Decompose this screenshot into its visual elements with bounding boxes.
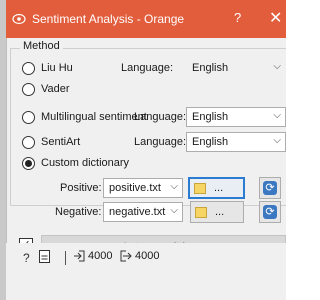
chevron-down-icon: ⌵ (273, 135, 281, 146)
folder-icon (195, 206, 207, 218)
window-title: Sentiment Analysis - Orange (32, 12, 185, 26)
report-icon[interactable] (39, 250, 50, 263)
radio-vader[interactable] (22, 82, 35, 96)
language-select-liu-hu[interactable]: English ⌵ (186, 58, 286, 78)
orange-app-icon (6, 0, 32, 38)
language-label-liu-hu: Language: (121, 62, 173, 74)
negative-file-select[interactable]: negative.txt ⌵ (103, 202, 183, 222)
radio-multilingual[interactable] (22, 110, 35, 124)
negative-label: Negative: (55, 206, 102, 218)
positive-file-value: positive.txt (109, 182, 161, 194)
chevron-down-icon: ⌵ (273, 61, 281, 72)
negative-browse-label: ... (215, 206, 225, 218)
radio-label-liu-hu: Liu Hu (41, 62, 73, 74)
positive-label: Positive: (60, 182, 102, 194)
svg-text:?: ? (23, 251, 30, 264)
chevron-down-icon: ⌵ (273, 110, 281, 121)
reload-icon: ⟳ (263, 181, 277, 195)
chevron-down-icon: ⌵ (170, 205, 178, 216)
help-title-button[interactable]: ? (234, 10, 241, 25)
method-option-multilingual[interactable]: Multilingual sentiment (22, 108, 147, 126)
language-value-sentiart: English (192, 136, 229, 148)
input-count: 4000 (88, 250, 113, 262)
positive-browse-label: ... (214, 182, 224, 194)
language-label-sentiart: Language: (134, 136, 186, 148)
method-option-custom-dictionary[interactable]: Custom dictionary (22, 154, 129, 172)
method-group-title: Method (20, 40, 63, 52)
status-separator (65, 251, 66, 265)
radio-sentiart[interactable] (22, 135, 35, 149)
help-icon[interactable]: ? (22, 251, 33, 264)
positive-file-select[interactable]: positive.txt ⌵ (103, 178, 183, 198)
output-summary[interactable]: 4000 (120, 250, 159, 262)
input-summary[interactable]: 4000 (73, 250, 112, 262)
reload-icon: ⟳ (263, 205, 277, 219)
negative-file-value: negative.txt (109, 206, 166, 218)
language-select-sentiart[interactable]: English ⌵ (186, 132, 286, 152)
output-count: 4000 (135, 250, 160, 262)
language-label-multilingual: Language: (134, 111, 186, 123)
positive-browse-button[interactable]: ... (188, 177, 245, 199)
method-option-sentiart[interactable]: SentiArt (22, 133, 80, 151)
folder-icon (194, 182, 206, 194)
title-bar: Sentiment Analysis - Orange ? ✕ (6, 0, 286, 38)
method-option-vader[interactable]: Vader (22, 80, 70, 98)
chevron-down-icon: ⌵ (170, 181, 178, 192)
language-value-multilingual: English (192, 111, 229, 123)
input-icon (74, 250, 85, 262)
close-button[interactable]: ✕ (269, 8, 282, 28)
radio-label-custom-dictionary: Custom dictionary (41, 157, 130, 169)
radio-liu-hu[interactable] (22, 61, 35, 75)
positive-reload-button[interactable]: ⟳ (259, 177, 281, 199)
language-select-multilingual[interactable]: English ⌵ (186, 107, 286, 127)
radio-label-multilingual: Multilingual sentiment (41, 111, 147, 123)
negative-browse-button[interactable]: ... (190, 201, 244, 223)
method-option-liu-hu[interactable]: Liu Hu (22, 59, 73, 77)
radio-label-vader: Vader (41, 83, 70, 95)
radio-label-sentiart: SentiArt (41, 136, 81, 148)
output-icon (120, 250, 132, 262)
radio-custom-dictionary[interactable] (22, 156, 35, 170)
language-value-liu-hu: English (192, 62, 229, 74)
negative-reload-button[interactable]: ⟳ (259, 201, 281, 223)
